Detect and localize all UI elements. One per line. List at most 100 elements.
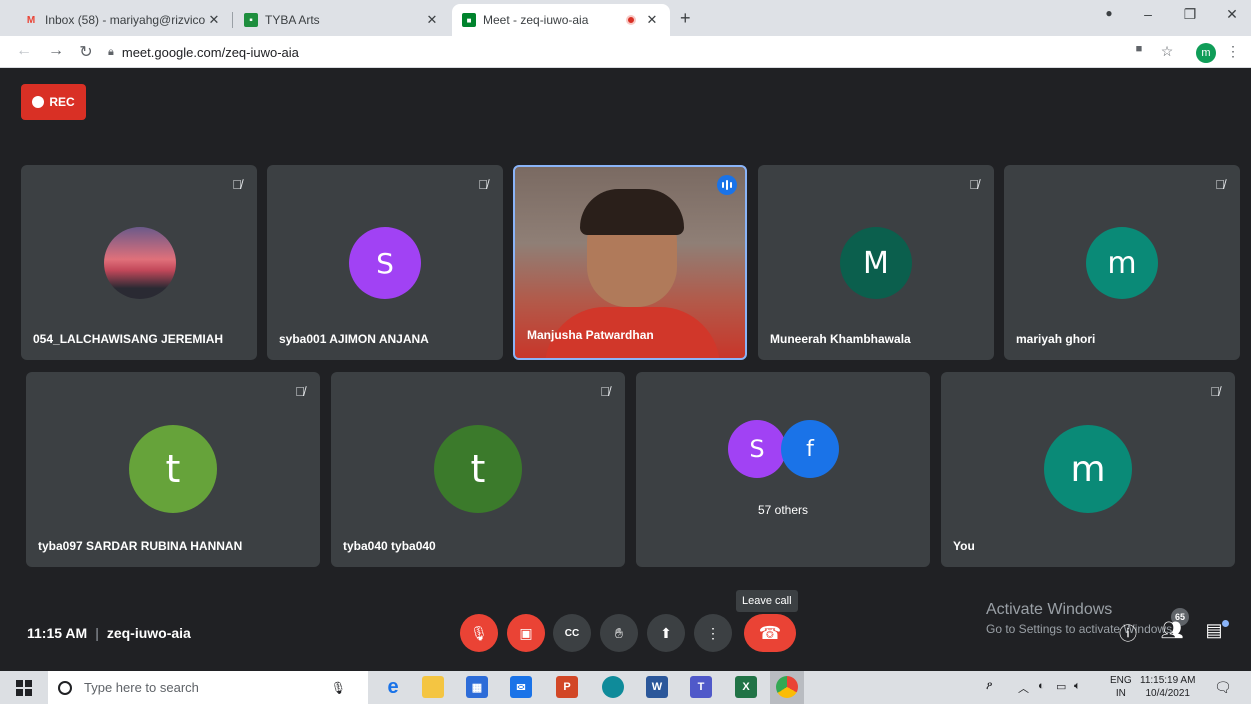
minimize-button[interactable]: –	[1136, 6, 1160, 22]
close-window-button[interactable]: ✕	[1220, 6, 1244, 23]
participant-name: Manjusha Patwardhan	[527, 328, 654, 342]
mic-off-icon: 🎙̸	[478, 176, 488, 192]
forward-icon[interactable]: →	[46, 42, 66, 60]
meeting-info-button[interactable]: ⓘ	[1116, 620, 1140, 646]
avatar-photo	[104, 227, 176, 299]
system-clock[interactable]: 11:15:19 AM 10/4/2021	[1140, 674, 1195, 700]
participant-tile[interactable]: 🎙̸ M Muneerah Khambhawala	[758, 165, 994, 360]
restore-button[interactable]: ❐	[1178, 6, 1202, 23]
participant-name: tyba040 tyba040	[343, 539, 436, 553]
participant-tile[interactable]: 🎙̸ m mariyah ghori	[1004, 165, 1240, 360]
battery-icon[interactable]: ▭	[1056, 680, 1066, 693]
edge-legacy-icon[interactable]: e	[382, 676, 404, 698]
chat-icon: ▤	[1205, 620, 1223, 640]
rec-label: REC	[49, 95, 75, 109]
mic-off-icon: 🎙̸	[1215, 176, 1225, 192]
language-indicator[interactable]: ENG IN	[1110, 674, 1132, 700]
raise-hand-button[interactable]: ✋︎	[600, 614, 638, 652]
more-options-button[interactable]: ⋮	[694, 614, 732, 652]
recording-indicator-icon	[626, 15, 636, 25]
speaking-indicator-icon	[717, 175, 737, 195]
chevron-up-icon[interactable]: ︿	[1018, 680, 1029, 696]
teams-icon[interactable]: T	[690, 676, 712, 698]
tab-title: Meet - zeq-iuwo-aia	[483, 13, 589, 27]
tab-gmail[interactable]: M Inbox (58) - mariyahg@rizvicolle ✕	[14, 4, 232, 36]
participant-tile[interactable]: 🎙̸ t tyba097 SARDAR RUBINA HANNAN	[26, 372, 320, 567]
chrome-taskbar-active[interactable]	[770, 671, 804, 704]
tab-search-icon[interactable]: ●	[1097, 6, 1121, 20]
mail-icon[interactable]: ✉	[510, 676, 532, 698]
taskbar-search-box[interactable]: Type here to search 🎙︎	[48, 671, 368, 704]
tab-title: Inbox (58) - mariyahg@rizvicolle	[45, 13, 206, 27]
present-button[interactable]: ⬆	[647, 614, 685, 652]
record-dot-icon	[32, 96, 45, 108]
word-icon[interactable]: W	[646, 676, 668, 698]
address-bar-row: ← → ↻ 🔒︎ meet.google.com/zeq-iuwo-aia ■ …	[0, 36, 1251, 68]
close-icon[interactable]: ✕	[206, 12, 222, 28]
people-button[interactable]: 👥︎	[1160, 620, 1184, 641]
participant-tile-self[interactable]: 🎙̸ m You	[941, 372, 1235, 567]
tab-classroom[interactable]: ▪ TYBA Arts ✕	[234, 4, 450, 36]
participant-tile[interactable]: 🎙̸ S syba001 AJIMON ANJANA	[267, 165, 503, 360]
participant-name: Muneerah Khambhawala	[770, 332, 911, 346]
chat-notification-dot	[1222, 620, 1229, 627]
tab-title: TYBA Arts	[265, 13, 320, 27]
menu-kebab-icon[interactable]: ⋮	[1224, 43, 1242, 60]
others-tile[interactable]: S f 57 others	[636, 372, 930, 567]
participant-tile-video[interactable]: Manjusha Patwardhan	[513, 165, 747, 360]
avatar: m	[1086, 227, 1158, 299]
search-placeholder: Type here to search	[84, 680, 199, 695]
meet-icon: ■	[462, 13, 476, 27]
avatar: m	[1044, 425, 1132, 513]
store-icon[interactable]: ▦	[466, 676, 488, 698]
close-icon[interactable]: ✕	[424, 12, 440, 28]
participant-name: You	[953, 539, 975, 553]
tab-meet[interactable]: ■ Meet - zeq-iuwo-aia ✕	[452, 4, 670, 36]
volume-icon[interactable]: 🔈︎	[1074, 680, 1081, 693]
profile-avatar[interactable]: m	[1196, 43, 1216, 63]
meeting-time: 11:15 AM	[27, 625, 88, 641]
mic-off-icon: 🎙̸	[232, 176, 242, 192]
participant-name: tyba097 SARDAR RUBINA HANNAN	[38, 539, 243, 553]
participant-tile[interactable]: 🎙̸ 054_LALCHAWISANG JEREMIAH	[21, 165, 257, 360]
avatar: S	[349, 227, 421, 299]
file-explorer-icon[interactable]	[422, 676, 444, 698]
chrome-icon	[776, 676, 798, 698]
people-tray-icon[interactable]: ዖ	[986, 680, 992, 693]
action-center-icon[interactable]: 🗨︎	[1214, 679, 1232, 696]
avatar: S	[728, 420, 786, 478]
leave-call-button[interactable]: ☎︎	[744, 614, 796, 652]
mic-off-icon: 🎙̸	[1210, 383, 1220, 399]
people-icon: 👥︎	[1160, 620, 1184, 640]
recording-badge: REC	[21, 84, 86, 120]
captions-button[interactable]: CC	[553, 614, 591, 652]
hand-icon: ✋︎	[615, 624, 623, 641]
avatar: M	[840, 227, 912, 299]
close-icon[interactable]: ✕	[644, 12, 660, 28]
microphone-icon[interactable]: 🎙︎	[331, 681, 346, 695]
bookmark-star-icon[interactable]: ☆	[1158, 43, 1176, 60]
windows-start-icon[interactable]	[16, 680, 32, 696]
back-icon[interactable]: ←	[14, 42, 34, 60]
mic-off-icon: 🎙̸	[600, 383, 610, 399]
more-vert-icon: ⋮	[706, 624, 720, 641]
mic-toggle-button[interactable]: 🎙︎	[460, 614, 498, 652]
powerpoint-icon[interactable]: P	[556, 676, 578, 698]
info-icon: ⓘ	[1119, 624, 1137, 644]
lock-icon: 🔒︎	[108, 45, 114, 58]
avatar: t	[434, 425, 522, 513]
excel-icon[interactable]: X	[735, 676, 757, 698]
url-field[interactable]: 🔒︎ meet.google.com/zeq-iuwo-aia	[108, 40, 1108, 64]
others-count: 57 others	[757, 503, 809, 517]
mic-off-icon: 🎙̸	[295, 383, 305, 399]
camera-toggle-button[interactable]: ▣	[507, 614, 545, 652]
edge-icon[interactable]	[602, 676, 624, 698]
classroom-icon: ▪	[244, 13, 258, 27]
reload-icon[interactable]: ↻	[76, 42, 96, 62]
network-icon[interactable]: ◐	[1038, 680, 1045, 692]
participant-tile[interactable]: 🎙̸ t tyba040 tyba040	[331, 372, 625, 567]
camera-icon[interactable]: ■	[1130, 43, 1148, 55]
new-tab-button[interactable]: +	[680, 8, 691, 29]
url-text: meet.google.com/zeq-iuwo-aia	[121, 44, 299, 60]
participant-name: 054_LALCHAWISANG JEREMIAH	[33, 332, 224, 346]
